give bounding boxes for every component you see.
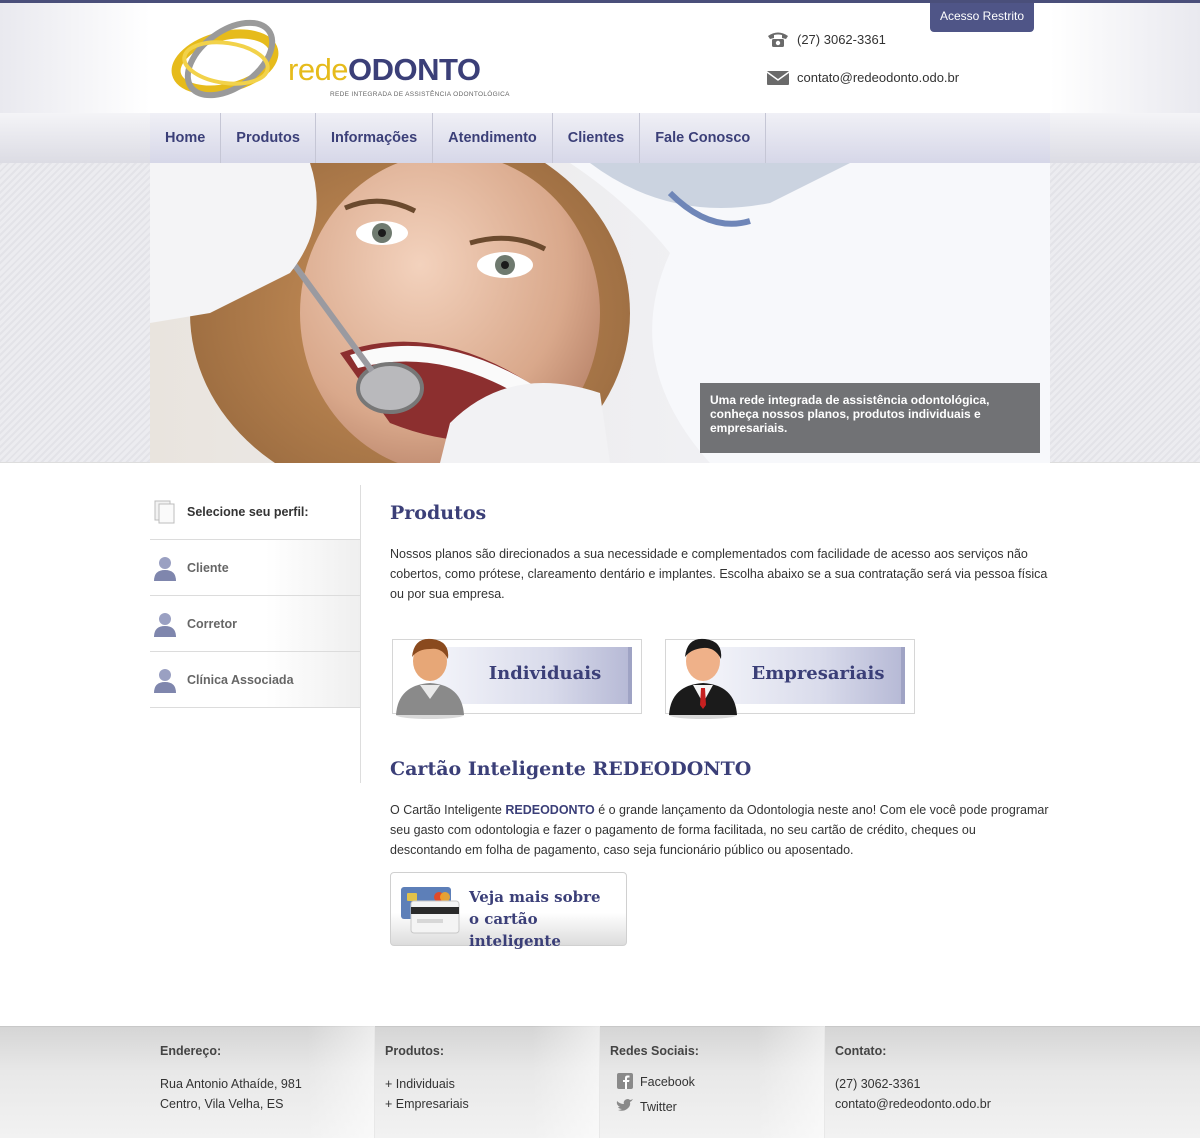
main-nav: Home Produtos Informações Atendimento Cl… — [150, 113, 1050, 163]
phone-icon — [766, 30, 790, 48]
facebook-label: Facebook — [640, 1074, 695, 1089]
header-email[interactable]: contato@redeodonto.odo.br — [766, 68, 959, 86]
sidebar-item-corretor[interactable]: Corretor — [150, 596, 360, 652]
footer-address-line2: Centro, Vila Velha, ES — [160, 1097, 284, 1111]
restricted-access-button[interactable]: Acesso Restrito — [930, 3, 1034, 32]
nav-informacoes[interactable]: Informações — [316, 113, 434, 163]
envelope-icon — [766, 68, 790, 86]
footer-social: Redes Sociais: Facebook Twitter — [600, 1026, 825, 1138]
individual-plans-button[interactable]: Individuais — [390, 638, 642, 719]
twitter-bird-icon — [616, 1098, 633, 1111]
person-casual-icon — [396, 638, 464, 719]
footer-link-individuais[interactable]: + Individuais — [385, 1074, 589, 1094]
card-title: Cartão Inteligente REDEODONTO — [390, 758, 752, 780]
sidebar-heading-label: Selecione seu perfil: — [187, 505, 309, 519]
footer-contact-phone: (27) 3062-3361 — [835, 1077, 921, 1091]
user-icon — [154, 556, 176, 581]
business-plans-label: Empresariais — [751, 663, 885, 684]
footer-contact-title: Contato: — [835, 1044, 887, 1058]
logo-tagline: REDE INTEGRADA DE ASSISTÊNCIA ODONTOLÓGI… — [330, 91, 510, 98]
logo-rings-icon — [171, 19, 279, 99]
sidebar-item-label: Corretor — [187, 616, 238, 631]
logo-word-odonto: ODONTO — [348, 52, 481, 87]
card-text: O Cartão Inteligente REDEODONTO é o gran… — [390, 800, 1050, 860]
footer-contact-email[interactable]: contato@redeodonto.odo.br — [835, 1094, 1040, 1114]
facebook-icon — [617, 1072, 633, 1089]
smart-card-button-text: Veja mais sobre o cartão inteligente — [469, 886, 626, 952]
nav-atendimento[interactable]: Atendimento — [433, 113, 553, 163]
smart-card-button-line1: Veja mais sobre — [469, 888, 601, 906]
products-title: Produtos — [390, 502, 487, 524]
sidebar-item-label: Cliente — [187, 560, 229, 575]
sidebar-divider — [360, 485, 361, 783]
footer-address-title: Endereço: — [160, 1044, 222, 1058]
logo-word-rede: rede — [288, 52, 349, 87]
banner-caption: Uma rede integrada de assistência odonto… — [700, 383, 1040, 453]
card-text-intro: O Cartão Inteligente — [390, 803, 506, 817]
smart-card-more-button[interactable]: Veja mais sobre o cartão inteligente — [390, 872, 627, 950]
header-email-text: contato@redeodonto.odo.br — [797, 69, 960, 85]
header: redeODONTO REDE INTEGRADA DE ASSISTÊNCIA… — [150, 3, 1050, 113]
footer-address: Endereço: Rua Antonio Athaíde, 981 Centr… — [150, 1026, 375, 1138]
footer-social-title: Redes Sociais: — [610, 1044, 699, 1058]
person-business-icon — [669, 638, 737, 719]
header-phone-text: (27) 3062-3361 — [797, 31, 886, 47]
individual-plans-label: Individuais — [488, 663, 602, 684]
sidebar-item-cliente[interactable]: Cliente — [150, 540, 360, 596]
products-text: Nossos planos são direcionados a sua nec… — [390, 547, 1048, 601]
twitter-link[interactable]: Twitter — [610, 1094, 814, 1119]
nav-produtos[interactable]: Produtos — [221, 113, 316, 163]
site-logo[interactable]: redeODONTO REDE INTEGRADA DE ASSISTÊNCIA… — [170, 15, 509, 105]
sidebar-item-clinica-associada[interactable]: Clínica Associada — [150, 652, 360, 708]
footer-products: Produtos: + Individuais + Empresariais — [375, 1026, 600, 1138]
nav-clientes[interactable]: Clientes — [553, 113, 641, 163]
nav-fale-conosco[interactable]: Fale Conosco — [640, 113, 767, 163]
user-icon — [154, 668, 176, 693]
documents-icon — [154, 500, 175, 524]
footer-contact: Contato: (27) 3062-3361 contato@redeodon… — [825, 1026, 1050, 1138]
logo-wordmark: redeODONTO — [288, 52, 481, 88]
header-phone: (27) 3062-3361 — [766, 30, 886, 48]
nav-home[interactable]: Home — [150, 113, 222, 163]
footer-products-title: Produtos: — [385, 1044, 445, 1058]
footer-address-line1: Rua Antonio Athaíde, 981 — [160, 1077, 302, 1091]
smart-card-button-line2: o cartão inteligente — [469, 910, 561, 950]
facebook-link[interactable]: Facebook — [610, 1069, 814, 1094]
profile-sidebar: Selecione seu perfil: Cliente Corretor C… — [150, 485, 360, 708]
sidebar-heading: Selecione seu perfil: — [150, 485, 360, 540]
user-icon — [154, 612, 176, 637]
credit-card-icon — [401, 887, 460, 934]
footer-link-empresariais[interactable]: + Empresariais — [385, 1094, 589, 1114]
business-plans-button[interactable]: Empresariais — [663, 638, 915, 719]
twitter-label: Twitter — [640, 1099, 677, 1114]
card-text-brand: REDEODONTO — [505, 803, 595, 817]
hero-banner: Uma rede integrada de assistência odonto… — [150, 163, 1050, 463]
sidebar-item-label: Clínica Associada — [187, 672, 294, 687]
